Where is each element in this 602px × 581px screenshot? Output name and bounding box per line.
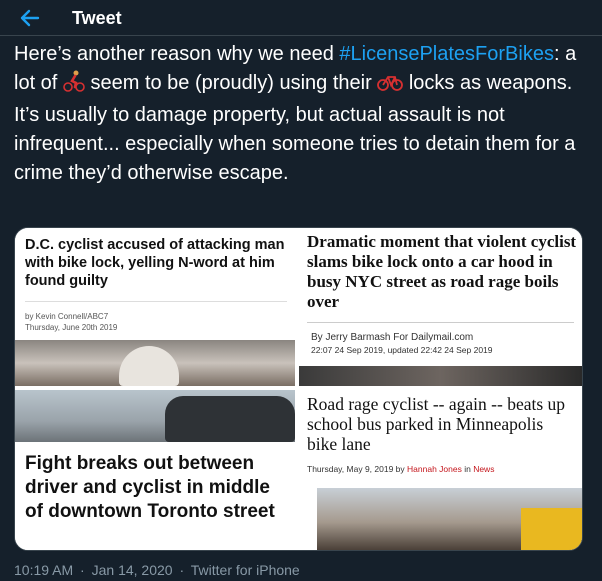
article-screenshot-2[interactable]: Dramatic moment that violent cyclist sla… [299, 228, 582, 386]
tweet-date[interactable]: Jan 14, 2020 [92, 562, 173, 578]
article-author: Hannah Jones [407, 464, 462, 474]
article-date: Thursday, June 20th 2019 [25, 323, 118, 332]
article-date: 22:07 24 Sep 2019, updated 22:42 24 Sep … [311, 345, 493, 355]
tweet-time[interactable]: 10:19 AM [14, 562, 73, 578]
tweet-meta: 10:19 AM · Jan 14, 2020 · Twitter for iP… [14, 562, 300, 578]
page-title: Tweet [72, 8, 122, 28]
article-byline: By Jerry Barmash For Dailymail.com [311, 332, 474, 343]
article-photo-bus [521, 508, 582, 550]
separator: · [80, 562, 85, 578]
article-headline: Dramatic moment that violent cyclist sla… [307, 232, 577, 311]
article-screenshot-3[interactable]: Fight breaks out between driver and cycl… [15, 390, 295, 550]
hashtag-link[interactable]: #LicensePlatesForBikes [339, 43, 554, 65]
bicycle-emoji-icon [377, 72, 404, 101]
article-section: News [473, 464, 495, 474]
back-arrow-icon[interactable] [16, 6, 42, 30]
article-screenshot-1[interactable]: D.C. cyclist accused of attacking man wi… [15, 228, 295, 386]
tweet-text: Here’s another reason why we need #Licen… [14, 40, 584, 188]
tweet-text-part: Here’s another reason why we need [14, 43, 340, 65]
article-byline: by Kevin Connell/ABC7 [25, 312, 109, 321]
article-photo-car [165, 396, 295, 442]
tweet-source[interactable]: Twitter for iPhone [191, 562, 300, 578]
media-grid[interactable]: D.C. cyclist accused of attacking man wi… [14, 227, 583, 551]
article-screenshot-4[interactable]: Road rage cyclist -- again -- beats up s… [299, 390, 582, 550]
article-photo [299, 366, 582, 386]
article-headline: Fight breaks out between driver and cycl… [25, 453, 275, 522]
tweet-text-part: seem to be (proudly) using their [84, 72, 378, 94]
separator: · [179, 562, 185, 578]
top-bar: Tweet [0, 0, 602, 36]
article-date: Thursday, May 9, 2019 by [307, 464, 408, 474]
divider [25, 301, 287, 302]
divider [307, 322, 574, 323]
article-headline: Road rage cyclist -- again -- beats up s… [307, 394, 566, 454]
article-headline: D.C. cyclist accused of attacking man wi… [25, 237, 285, 289]
article-dateline: Thursday, May 9, 2019 by Hannah Jones in… [307, 464, 494, 474]
article-in: in [461, 464, 474, 474]
cyclist-emoji-icon [63, 70, 85, 101]
